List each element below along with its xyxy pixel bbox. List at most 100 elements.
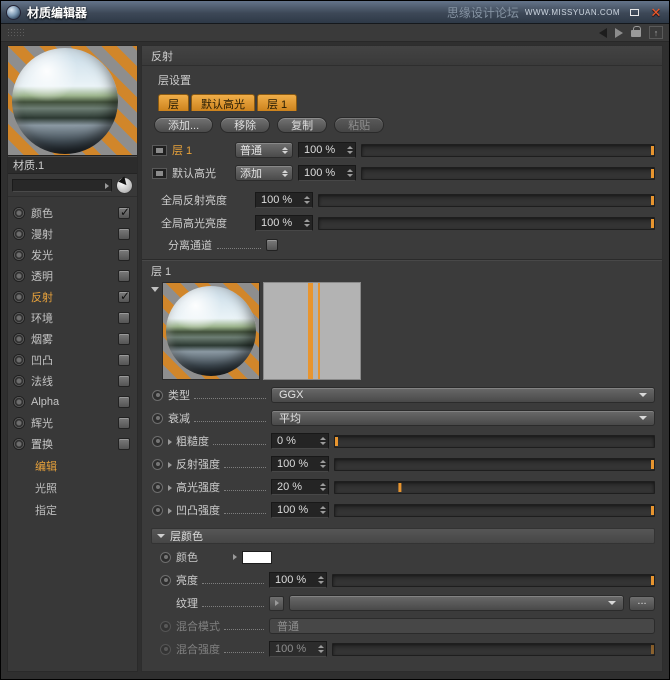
blend-mode-dropdown[interactable]: 普通 <box>235 142 293 158</box>
keyframe-dot-icon[interactable] <box>152 436 163 447</box>
expand-triangle-icon[interactable] <box>168 462 172 468</box>
layer-color-header[interactable]: 层颜色 <box>151 528 655 544</box>
global-reflection-spinner[interactable]: 100 % <box>255 192 313 208</box>
texture-expand-button[interactable] <box>269 596 284 611</box>
gradient-knot[interactable] <box>308 283 313 379</box>
stepper-arrows-icon[interactable] <box>347 169 353 177</box>
channel-row-normal[interactable]: 法线 <box>8 370 137 391</box>
expand-triangle-icon[interactable] <box>168 508 172 514</box>
channel-row-alpha[interactable]: Alpha <box>8 391 137 412</box>
keyframe-dot-icon[interactable] <box>152 505 163 516</box>
keyframe-dot-icon[interactable] <box>152 413 163 424</box>
channel-checkbox[interactable] <box>118 375 130 387</box>
layer-row-default-specular[interactable]: 默认高光 添加 100 % <box>142 163 662 183</box>
gradient-editor[interactable] <box>263 282 361 380</box>
stepper-arrows-icon[interactable] <box>320 483 326 491</box>
color-swatch[interactable] <box>242 551 272 564</box>
tab-layer-1[interactable]: 层 1 <box>257 94 297 111</box>
channel-row-diffusion[interactable]: 漫射 <box>8 223 137 244</box>
tab-default-specular[interactable]: 默认高光 <box>191 94 255 111</box>
stepper-arrows-icon[interactable] <box>318 576 324 584</box>
layer-opacity-spinner[interactable]: 100 % <box>298 142 356 158</box>
copy-button[interactable]: 复制 <box>277 117 327 133</box>
paste-button[interactable]: 粘贴 <box>334 117 384 133</box>
material-name[interactable]: 材质.1 <box>8 156 137 174</box>
channel-checkbox[interactable] <box>118 396 130 408</box>
global-specular-spinner[interactable]: 100 % <box>255 215 313 231</box>
gradient-knot[interactable] <box>318 283 320 379</box>
page-item-assign[interactable]: 指定 <box>8 499 137 520</box>
brightness-spinner[interactable]: 100 % <box>269 572 327 588</box>
expand-triangle-icon[interactable] <box>168 485 172 491</box>
page-item-illumination[interactable]: 光照 <box>8 477 137 498</box>
keyframe-dot-icon[interactable] <box>152 390 163 401</box>
channel-checkbox[interactable] <box>118 333 130 345</box>
channel-row-bump[interactable]: 凹凸 <box>8 349 137 370</box>
channel-checkbox[interactable] <box>118 228 130 240</box>
layer-opacity-slider[interactable] <box>361 167 655 180</box>
keyframe-dot-icon[interactable] <box>160 552 171 563</box>
layer-name[interactable]: 默认高光 <box>172 165 230 181</box>
layer-row-1[interactable]: 层 1 普通 100 % <box>142 140 662 160</box>
global-reflection-slider[interactable] <box>318 194 655 207</box>
layer-opacity-slider[interactable] <box>361 144 655 157</box>
global-specular-slider[interactable] <box>318 217 655 230</box>
channel-checkbox[interactable] <box>118 291 130 303</box>
keyframe-dot-icon[interactable] <box>160 575 171 586</box>
pick-button[interactable] <box>116 177 133 194</box>
layer-opacity-spinner[interactable]: 100 % <box>298 165 356 181</box>
back-arrow-icon[interactable] <box>599 28 607 38</box>
expand-triangle-icon[interactable] <box>168 439 172 445</box>
remove-button[interactable]: 移除 <box>220 117 270 133</box>
texture-dropdown[interactable] <box>289 595 624 611</box>
channel-row-environment[interactable]: 环境 <box>8 307 137 328</box>
channel-checkbox[interactable] <box>118 207 130 219</box>
blend-mode-dropdown[interactable]: 添加 <box>235 165 293 181</box>
roughness-slider[interactable] <box>334 435 655 448</box>
texture-browse-button[interactable]: ... <box>629 596 655 611</box>
bump-strength-spinner[interactable]: 100 % <box>271 502 329 518</box>
lock-icon[interactable] <box>631 30 641 38</box>
stepper-arrows-icon[interactable] <box>304 196 310 204</box>
channel-checkbox[interactable] <box>118 417 130 429</box>
falloff-dropdown[interactable]: 平均 <box>271 410 655 426</box>
channel-checkbox[interactable] <box>118 438 130 450</box>
specular-strength-slider[interactable] <box>334 481 655 494</box>
stepper-arrows-icon[interactable] <box>304 219 310 227</box>
layer1-preview[interactable] <box>162 282 260 380</box>
add-button[interactable]: 添加... <box>154 117 213 133</box>
brightness-slider[interactable] <box>332 574 655 587</box>
material-preview[interactable] <box>8 46 137 156</box>
type-dropdown[interactable]: GGX <box>271 387 655 403</box>
reflection-strength-slider[interactable] <box>334 458 655 471</box>
channel-row-color[interactable]: 颜色 <box>8 202 137 223</box>
channel-checkbox[interactable] <box>118 249 130 261</box>
channel-row-displacement[interactable]: 置换 <box>8 433 137 454</box>
keyframe-dot-icon[interactable] <box>152 482 163 493</box>
up-arrow-icon[interactable]: ↑ <box>649 26 663 39</box>
monitor-icon[interactable] <box>152 168 167 179</box>
channel-row-luminance[interactable]: 发光 <box>8 244 137 265</box>
stepper-arrows-icon[interactable] <box>320 437 326 445</box>
channel-row-glow[interactable]: 辉光 <box>8 412 137 433</box>
separate-pass-checkbox[interactable] <box>266 239 278 251</box>
channel-checkbox[interactable] <box>118 312 130 324</box>
stepper-arrows-icon[interactable] <box>320 460 326 468</box>
layer-name[interactable]: 层 1 <box>172 142 230 158</box>
tab-layers[interactable]: 层 <box>158 94 189 111</box>
keyframe-dot-icon[interactable] <box>152 459 163 470</box>
specular-strength-spinner[interactable]: 20 % <box>271 479 329 495</box>
minimize-button[interactable] <box>626 6 642 19</box>
title-bar[interactable]: 材质编辑器 思缘设计论坛 WWW.MISSYUAN.COM ✕ <box>1 1 669 24</box>
channel-row-reflectance[interactable]: 反射 <box>8 286 137 307</box>
expand-triangle-icon[interactable] <box>233 554 237 560</box>
channel-row-transparency[interactable]: 透明 <box>8 265 137 286</box>
page-item-editor[interactable]: 编辑 <box>8 455 137 476</box>
channel-checkbox[interactable] <box>118 354 130 366</box>
channel-row-fog[interactable]: 烟雾 <box>8 328 137 349</box>
forward-arrow-icon[interactable] <box>615 28 623 38</box>
grip-handle[interactable] <box>7 28 25 38</box>
material-dropdown[interactable] <box>12 179 112 192</box>
stepper-arrows-icon[interactable] <box>347 146 353 154</box>
stepper-arrows-icon[interactable] <box>320 506 326 514</box>
